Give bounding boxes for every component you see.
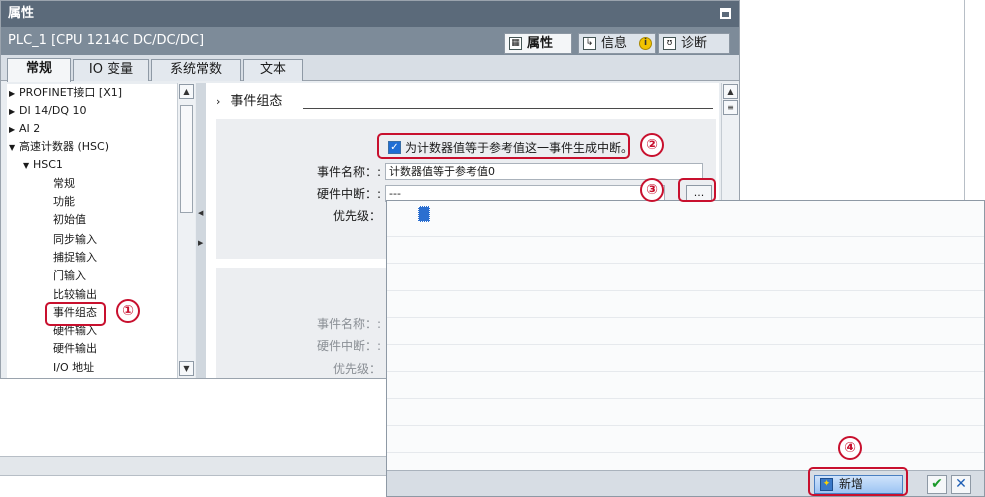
cancel-button[interactable]: ✕ [951,475,971,494]
tab-general[interactable]: 常规 [7,58,71,82]
tree-item-capture-input[interactable]: 捕捉输入 [53,249,97,267]
tree-item-initial-values[interactable]: 初始值 [53,211,86,229]
tab-properties[interactable]: ▦ 属性 [504,33,572,54]
tab-info[interactable]: ↳ 信息 i [578,33,656,54]
list-row-divider [387,344,984,345]
tree-item-sync-input[interactable]: 同步输入 [53,231,97,249]
event-name-field[interactable]: 计数器值等于参考值0 [385,163,703,180]
section-title: 事件组态 [230,94,283,109]
tab-texts[interactable]: 文本 [243,59,303,81]
tab-io-tags[interactable]: IO 变量 [73,59,149,81]
expand-icon[interactable]: ▶ [9,121,19,139]
tab-info-label: 信息 [601,36,628,51]
tab-system-constants[interactable]: 系统常数 [151,59,241,81]
tree-item-hw-output[interactable]: 硬件输出 [53,340,97,358]
list-row-divider [387,317,984,318]
tree-item-label: AI 2 [19,122,41,135]
callout-4: ④ [838,436,862,460]
window-title: 属性 [8,6,35,21]
collapse-icon[interactable]: ▼ [23,157,33,175]
annotation-box-4 [808,467,908,496]
navigation-tree: ▶ PROFINET接口 [X1] ▶ DI 14/DQ 10 ▶ AI 2 ▼ 高速计… [7,84,177,378]
list-row-divider [387,263,984,264]
tree-scrollbar[interactable]: ▲ ▼ [177,83,195,378]
annotation-box-2 [377,133,630,159]
callout-1: ① [116,299,140,323]
tree-item-label: PROFINET接口 [X1] [19,86,123,99]
tree-item-general[interactable]: 常规 [53,175,75,193]
collapse-icon[interactable]: ▼ [9,139,19,157]
event-name-label: 事件名称：: [316,165,381,179]
tree-item-label: DI 14/DQ 10 [19,104,87,117]
tree-item-gate-input[interactable]: 门输入 [53,267,86,285]
tree-item-label: 高速计数器 (HSC) [19,140,110,153]
info-icon: ↳ [583,37,596,50]
section-header: › 事件组态 [216,93,282,111]
event2-name-label: 事件名称：: [316,317,381,331]
pane-splitter[interactable]: ◀ ▶ [196,83,206,378]
callout-2: ② [640,133,664,157]
device-name: PLC_1 [CPU 1214C DC/DC/DC] [8,33,205,48]
expand-icon[interactable]: ▶ [9,85,19,103]
bottom-status-bar [0,456,387,476]
list-row-divider [387,371,984,372]
splitter-right-icon[interactable]: ▶ [198,239,203,247]
info-badge-icon: i [639,37,652,50]
list-row-divider [387,290,984,291]
splitter-left-icon[interactable]: ◀ [198,209,203,217]
tree-item-io-address[interactable]: I/O 地址 [53,359,94,377]
expand-icon[interactable]: ▶ [9,103,19,121]
scroll-grip-icon[interactable]: ≡ [723,100,738,115]
maximize-icon[interactable] [720,8,731,19]
interrupt-select-popup: ✦ 新增 ✔ ✕ [386,200,985,497]
list-row-divider [387,425,984,426]
scroll-thumb[interactable] [180,105,193,213]
properties-icon: ▦ [509,37,522,50]
annotation-box-1 [45,302,106,326]
tree-item-ai[interactable]: ▶ AI 2 [9,120,40,138]
tree-item-hsc[interactable]: ▼ 高速计数器 (HSC) [9,138,109,156]
tab-row: 常规 IO 变量 系统常数 文本 [1,55,739,82]
list-row-divider [387,452,984,453]
scroll-down-icon[interactable]: ▼ [179,361,194,376]
list-row-divider [387,236,984,237]
tab-properties-label: 属性 [527,36,554,51]
callout-3: ③ [640,178,664,202]
tab-diagnostics[interactable]: ʊ 诊断 [658,33,730,54]
window-title-bar: 属性 [1,1,739,27]
tab-diagnostics-label: 诊断 [681,36,708,51]
list-row-divider [387,398,984,399]
section-divider [303,108,713,109]
priority-label: 优先级： [332,209,381,223]
tree-item-di-dq[interactable]: ▶ DI 14/DQ 10 [9,102,87,120]
annotation-box-3 [678,178,716,202]
selection-cursor [418,206,430,222]
event2-priority-label: 优先级： [332,362,381,376]
scroll-up-icon[interactable]: ▲ [179,84,194,99]
scroll-up-icon[interactable]: ▲ [723,84,738,99]
tree-item-hsc1[interactable]: ▼ HSC1 [23,156,63,174]
tree-item-label: HSC1 [33,158,63,171]
confirm-button[interactable]: ✔ [927,475,947,494]
chevron-right-icon[interactable]: › [216,95,220,108]
event2-hw-label: 硬件中断：: [316,339,381,353]
tree-item-function[interactable]: 功能 [53,193,75,211]
hw-interrupt-label: 硬件中断：: [316,187,381,201]
tree-item-profinet[interactable]: ▶ PROFINET接口 [X1] [9,84,122,102]
diagnostics-icon: ʊ [663,37,676,50]
